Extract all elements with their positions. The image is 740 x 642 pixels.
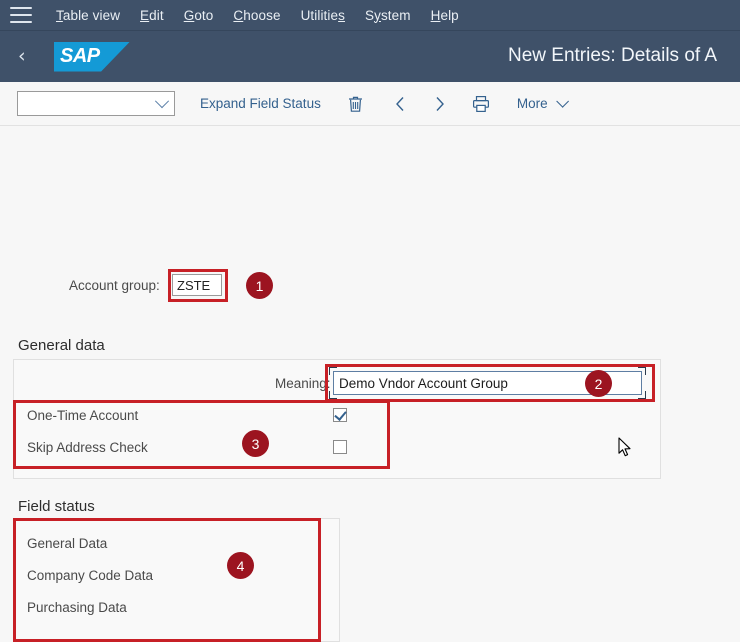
printer-icon[interactable] [472, 95, 490, 113]
more-button-label: More [516, 96, 548, 111]
annotation-badge-1: 1 [246, 272, 273, 299]
skip-address-check-label: Skip Address Check [27, 440, 148, 455]
page-title: New Entries: Details of A [508, 45, 718, 66]
menu-item-table-view[interactable]: Table view [46, 8, 130, 23]
hamburger-menu-icon[interactable] [10, 7, 32, 23]
one-time-account-checkbox[interactable] [333, 408, 347, 422]
account-group-label: Account group: [69, 278, 160, 293]
sap-logo: SAP [54, 41, 130, 72]
one-time-account-label: One-Time Account [27, 408, 139, 423]
trash-icon[interactable] [347, 95, 364, 113]
chevron-down-icon [555, 95, 569, 108]
back-arrow-icon[interactable]: ‹ [18, 47, 40, 66]
general-data-section-title: General data [18, 337, 105, 354]
menu-item-utilities[interactable]: Utilities [291, 8, 355, 23]
sap-logo-text: SAP [60, 44, 100, 67]
field-status-item-company-code-data[interactable]: Company Code Data [27, 568, 153, 583]
account-group-input[interactable] [172, 274, 222, 296]
previous-entry-button[interactable] [394, 96, 406, 112]
field-status-item-general-data[interactable]: General Data [27, 536, 107, 551]
field-status-item-purchasing-data[interactable]: Purchasing Data [27, 600, 127, 615]
chevron-down-icon [154, 93, 170, 108]
next-entry-button[interactable] [434, 96, 446, 112]
field-status-section-title: Field status [18, 498, 95, 515]
meaning-label: Meaning: [275, 376, 331, 391]
shell-bar: ‹ SAP New Entries: Details of A [0, 31, 740, 82]
toolbar: Expand Field Status More [0, 82, 740, 126]
skip-address-check-checkbox[interactable] [333, 440, 347, 454]
menu-item-goto[interactable]: Goto [174, 8, 224, 23]
more-button[interactable]: More [516, 95, 569, 111]
menu-item-help[interactable]: Help [421, 8, 469, 23]
meaning-input[interactable] [333, 371, 642, 395]
menu-item-system[interactable]: System [355, 8, 421, 23]
menu-bar: Table view Edit Goto Choose Utilities Sy… [0, 0, 740, 31]
menu-item-choose[interactable]: Choose [223, 8, 290, 23]
menu-item-edit[interactable]: Edit [130, 8, 174, 23]
expand-field-status-button[interactable]: Expand Field Status [200, 96, 321, 111]
variant-select[interactable] [17, 91, 175, 116]
